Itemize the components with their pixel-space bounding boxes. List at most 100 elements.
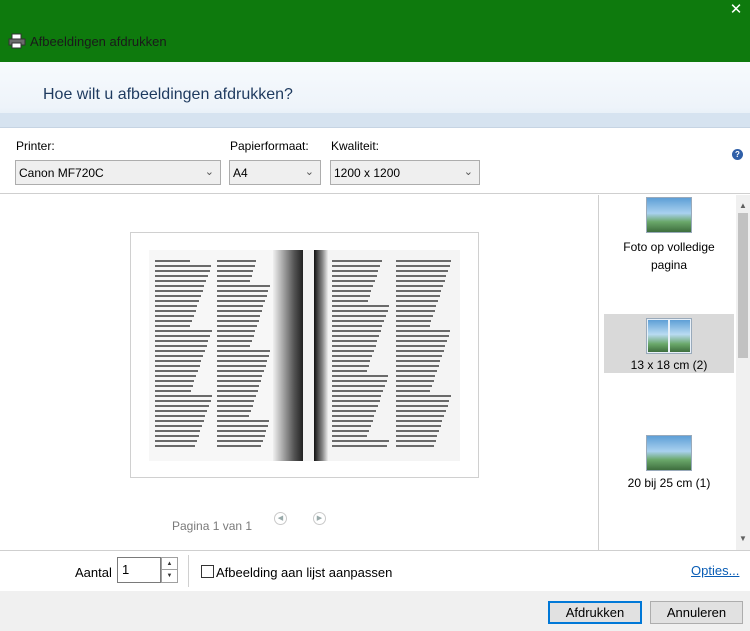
- fit-to-frame-checkbox[interactable]: [201, 565, 214, 578]
- book-text-line: [155, 385, 193, 387]
- quality-select[interactable]: 1200 x 1200 ⌄: [330, 160, 480, 185]
- scroll-up-icon[interactable]: ▲: [736, 199, 750, 213]
- book-text-line: [155, 345, 207, 347]
- options-link[interactable]: Opties...: [691, 563, 739, 578]
- book-text-line: [217, 270, 254, 272]
- book-text-line: [332, 375, 389, 377]
- book-text-line: [217, 385, 260, 387]
- book-text-line: [332, 425, 371, 427]
- book-text-line: [396, 370, 437, 372]
- layout-scrollbar[interactable]: ▲ ▼: [736, 195, 750, 550]
- book-text-line: [217, 445, 262, 447]
- quality-value: 1200 x 1200: [334, 166, 401, 180]
- book-text-line: [155, 265, 212, 267]
- book-text-line: [217, 310, 262, 312]
- book-text-line: [217, 420, 270, 422]
- book-text-line: [396, 345, 446, 347]
- stepper-up-icon[interactable]: ▲: [162, 558, 177, 570]
- book-text-line: [332, 435, 368, 437]
- book-text-line: [396, 270, 449, 272]
- two-photo-thumbnail-icon: [646, 318, 692, 354]
- book-text-line: [396, 260, 452, 262]
- cancel-button[interactable]: Annuleren: [650, 601, 743, 624]
- book-text-line: [396, 355, 442, 357]
- close-button[interactable]: ✕: [728, 2, 744, 18]
- header-band: Hoe wilt u afbeeldingen afdrukken?: [0, 62, 750, 128]
- divider: [188, 555, 189, 587]
- book-text-line: [155, 285, 205, 287]
- book-text-line: [332, 355, 373, 357]
- book-text-line: [217, 260, 257, 262]
- book-text-line: [217, 380, 261, 382]
- book-text-line: [217, 330, 256, 332]
- book-text-line: [396, 305, 437, 307]
- book-text-line: [155, 340, 209, 342]
- book-text-line: [155, 425, 202, 427]
- book-text-line: [155, 315, 194, 317]
- book-text-line: [217, 350, 271, 352]
- book-text-line: [332, 390, 384, 392]
- book-text-line: [155, 390, 191, 392]
- book-text-line: [332, 265, 381, 267]
- book-text-line: [332, 365, 369, 367]
- book-text-line: [332, 315, 386, 317]
- dialog-footer: Afdrukken Annuleren: [0, 591, 750, 631]
- fit-to-frame-label[interactable]: Afbeelding aan lijst aanpassen: [216, 565, 392, 580]
- book-text-line: [396, 360, 441, 362]
- book-text-line: [217, 320, 259, 322]
- book-text-line: [332, 270, 379, 272]
- settings-row: Printer: Canon MF720C ⌄ Papierformaat: A…: [0, 128, 750, 194]
- paper-size-select[interactable]: A4 ⌄: [229, 160, 321, 185]
- help-icon[interactable]: ?: [732, 149, 743, 160]
- layout-label: 13 x 18 cm (2): [630, 358, 708, 372]
- book-text-line: [155, 320, 193, 322]
- next-page-button[interactable]: ▶: [313, 512, 326, 525]
- layout-item-full-page[interactable]: Foto op volledige pagina: [604, 197, 734, 279]
- book-text-line: [396, 440, 436, 442]
- book-page-right: [314, 250, 460, 461]
- landscape-thumbnail-icon: [646, 435, 692, 471]
- book-text-line: [396, 400, 450, 402]
- book-text-line: [332, 345, 376, 347]
- book-text-line: [155, 440, 197, 442]
- layout-item-20x25[interactable]: 20 bij 25 cm (1): [604, 435, 734, 493]
- print-button[interactable]: Afdrukken: [548, 601, 642, 624]
- book-text-line: [155, 305, 198, 307]
- book-text-line: [396, 390, 431, 392]
- book-text-line: [217, 370, 264, 372]
- scroll-thumb[interactable]: [738, 213, 748, 358]
- book-text-line: [155, 435, 199, 437]
- stepper-down-icon[interactable]: ▼: [162, 570, 177, 582]
- book-text-line: [396, 430, 440, 432]
- book-text-line: [332, 295, 370, 297]
- book-text-line: [155, 360, 202, 362]
- count-stepper[interactable]: ▲ ▼: [161, 557, 178, 583]
- book-text-line: [155, 395, 213, 397]
- book-text-line: [155, 375, 197, 377]
- book-text-line: [332, 260, 382, 262]
- book-text-line: [217, 435, 265, 437]
- book-text-line: [396, 385, 432, 387]
- chevron-down-icon: ⌄: [304, 166, 314, 178]
- book-text-line: [332, 340, 378, 342]
- paper-size-value: A4: [233, 166, 248, 180]
- book-text-line: [332, 395, 382, 397]
- book-text-line: [217, 405, 253, 407]
- book-text-line: [155, 405, 209, 407]
- book-text-line: [396, 330, 451, 332]
- book-text-line: [217, 410, 252, 412]
- book-text-line: [155, 400, 211, 402]
- book-text-line: [396, 380, 434, 382]
- layout-label: 20 bij 25 cm (1): [627, 476, 711, 490]
- book-text-line: [332, 410, 377, 412]
- layout-item-13x18[interactable]: 13 x 18 cm (2): [604, 314, 734, 373]
- print-preview: Pagina 1 van 1 ◀ ▶: [0, 195, 598, 550]
- count-input[interactable]: 1: [117, 557, 161, 583]
- book-text-line: [396, 445, 435, 447]
- book-text-line: [396, 285, 444, 287]
- previous-page-button[interactable]: ◀: [274, 512, 287, 525]
- scroll-down-icon[interactable]: ▼: [736, 532, 750, 546]
- book-text-line: [217, 290, 269, 292]
- printer-select[interactable]: Canon MF720C ⌄: [15, 160, 221, 185]
- book-text-line: [217, 415, 250, 417]
